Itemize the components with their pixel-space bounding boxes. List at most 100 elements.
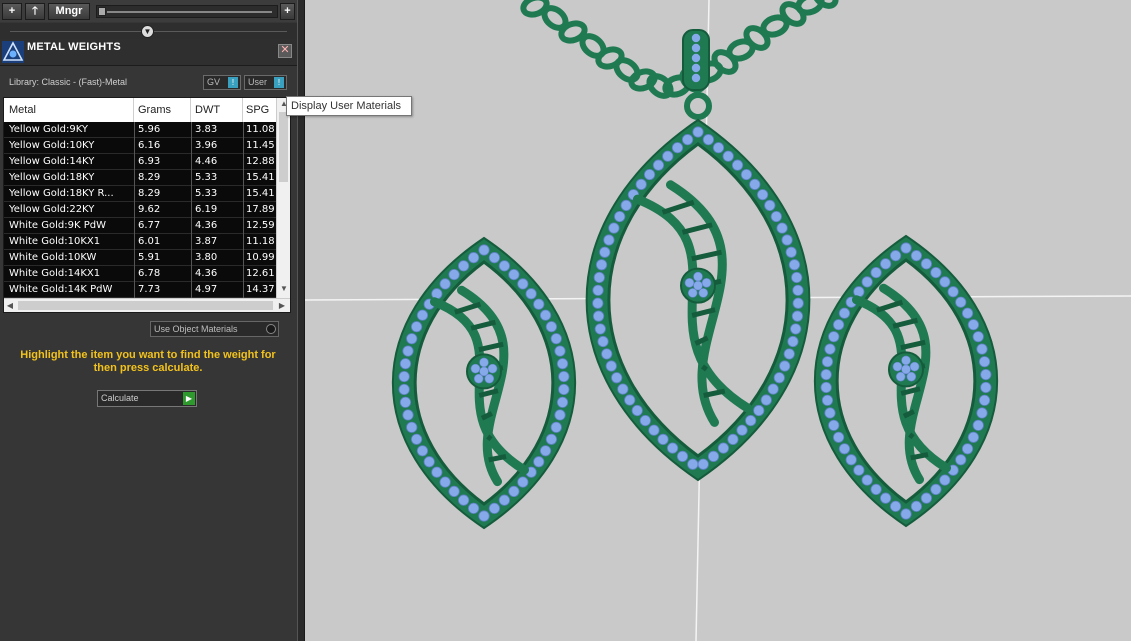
gem-stone [635,178,647,190]
scroll-left-icon[interactable]: ◀ [4,301,16,310]
gem-stone [662,150,674,162]
horizontal-scrollbar[interactable]: ◀ ▶ [4,298,290,312]
gem-stone [731,159,744,171]
calculate-button[interactable]: Calculate ▶ [97,390,197,407]
metal-weights-panel: + 🡑 Mngr + ▼ METAL WEIGHTS ✕ Library: Cl… [0,0,297,641]
info-icon: ! [228,77,238,88]
cell-grams: 5.91 [138,252,161,263]
pendant [585,118,811,482]
gem-stone [939,474,951,486]
cell-metal: Yellow Gold:22KY [9,204,95,215]
gem-stone [399,396,412,408]
opacity-slider[interactable] [96,5,278,18]
3d-viewport[interactable] [305,0,1131,641]
gem-stone [976,407,988,419]
gem-stone [467,252,480,264]
gem-stone [624,394,636,406]
gem-stone [406,421,418,433]
column-header-grams[interactable]: Grams [138,104,171,116]
gem-stone [920,258,932,270]
cell-spg: 11.18 [246,236,275,247]
gem-stone [693,280,703,291]
table-row[interactable]: Yellow Gold:14KY 6.93 4.46 12.88 [4,154,276,170]
gem-stone [853,464,865,476]
gem-stone [592,310,605,322]
use-object-materials-label: Use Object Materials [154,324,238,334]
table-row[interactable]: White Gold:9K PdW 6.77 4.36 12.59 [4,218,276,234]
vertical-scrollbar[interactable]: ▲ ▼ [276,98,290,298]
gem-stone [783,348,795,360]
column-divider [191,282,192,298]
gem-stone [955,296,967,308]
gem-stone [448,268,460,281]
plus-button[interactable]: + [280,3,295,20]
column-divider [191,154,192,170]
table-row[interactable]: Yellow Gold:10KY 6.16 3.96 11.45 [4,138,276,154]
gem-stone [478,244,490,256]
column-header-dwt[interactable]: DWT [195,104,220,116]
manager-button[interactable]: Mngr [48,3,90,20]
user-toggle[interactable]: User ! [244,75,287,90]
gem-stone [955,454,967,466]
gem-stone [967,431,980,443]
gem-stone [599,246,611,258]
gem-stone [972,331,984,343]
gem-stone [439,476,451,488]
chevron-down-icon[interactable]: ▼ [141,25,154,38]
gem-stone [976,343,988,355]
column-header-metal[interactable]: Metal [9,104,36,116]
cell-grams: 9.62 [138,204,161,215]
top-toolbar: + 🡑 Mngr + [0,0,297,22]
close-button[interactable]: ✕ [278,44,292,58]
scroll-down-icon[interactable]: ▼ [277,284,290,293]
table-row[interactable]: White Gold:14KX1 6.78 4.36 12.61 [4,266,276,282]
up-arrow-button[interactable]: 🡑 [25,3,45,20]
horizontal-scroll-thumb[interactable] [18,301,273,310]
column-divider [134,202,135,218]
gem-stone [467,502,480,514]
gem-stone [479,357,489,368]
column-divider [134,266,135,282]
table-row[interactable]: Yellow Gold:18KY 8.29 5.33 15.41 [4,170,276,186]
table-row[interactable]: Yellow Gold:18KY R... 8.29 5.33 15.41 [4,186,276,202]
gem-stone [410,433,423,445]
scroll-right-icon[interactable]: ▶ [276,301,288,310]
cell-dwt: 3.87 [195,236,218,247]
gem-stone [978,394,991,406]
gem-stone [785,246,797,258]
cell-grams: 6.77 [138,220,161,231]
instruction-text: Highlight the item you want to find the … [20,349,276,374]
table-row[interactable]: Yellow Gold:9KY 5.96 3.83 11.08 [4,122,276,138]
gem-stone [707,450,720,462]
gem-stone [978,356,991,368]
gem-stone [676,450,689,462]
gem-stone [767,383,779,395]
vertical-scroll-thumb[interactable] [279,112,288,182]
table-row[interactable]: White Gold:10KW 5.91 3.80 10.99 [4,250,276,266]
cell-grams: 5.96 [138,124,161,135]
table-row[interactable]: Yellow Gold:22KY 9.62 6.19 17.89 [4,202,276,218]
cell-grams: 6.16 [138,140,161,151]
cell-dwt: 4.36 [195,220,218,231]
column-divider [191,218,192,234]
jump-ring [684,92,712,120]
cell-grams: 8.29 [138,188,161,199]
gem-stone [643,168,656,181]
cell-dwt: 3.96 [195,140,218,151]
add-button[interactable]: + [2,3,22,20]
gem-stone [740,168,753,181]
gem-stone [487,363,498,374]
gem-stone [398,370,410,383]
column-divider [191,122,192,138]
column-header-spg[interactable]: SPG [246,104,269,116]
gv-toggle[interactable]: GV ! [203,75,241,90]
slider-thumb[interactable] [98,7,106,16]
table-row[interactable]: White Gold:14K PdW 7.73 4.97 14.37 [4,282,276,298]
table-row[interactable]: White Gold:10KX1 6.01 3.87 11.18 [4,234,276,250]
column-divider [133,98,134,122]
use-object-materials-option[interactable]: Use Object Materials [150,321,279,337]
gem-stone [558,370,570,383]
gem-stone [781,234,793,246]
radio-button[interactable] [266,324,276,334]
gem-stone [478,510,490,522]
